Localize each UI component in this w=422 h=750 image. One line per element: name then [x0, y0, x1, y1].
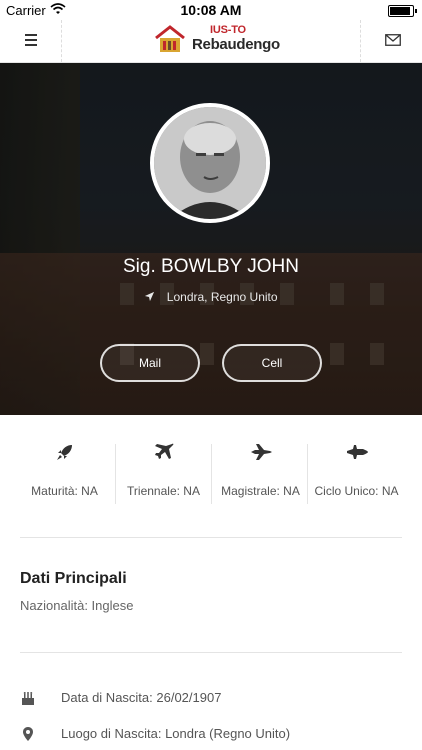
divider	[20, 537, 402, 538]
hamburger-icon	[25, 34, 37, 36]
birth-date-text: Data di Nascita: 26/02/1907	[61, 690, 222, 705]
birth-place-text: Luogo di Nascita: Londra (Regno Unito)	[61, 726, 291, 741]
fighter-jet-icon	[250, 444, 272, 460]
map-pin-icon	[23, 727, 33, 741]
stat-ciclo-unico: Ciclo Unico: NA	[308, 440, 405, 504]
nationality-text: Nazionalità: Inglese	[20, 598, 134, 613]
profile-name: Sig. BOWLBY JOHN	[123, 256, 299, 277]
house-logo-icon	[155, 25, 185, 52]
mail-nav-button[interactable]	[360, 20, 422, 62]
space-shuttle-icon	[346, 445, 368, 459]
airplane-icon	[154, 443, 173, 459]
envelope-icon	[385, 34, 401, 46]
stat-label: Ciclo Unico: NA	[314, 484, 399, 498]
divider	[20, 652, 402, 653]
hamburger-icon-bar	[25, 39, 37, 41]
profile-location: Londra, Regno Unito	[0, 290, 422, 304]
hamburger-icon-bar	[25, 44, 37, 46]
mail-button[interactable]: Mail	[100, 344, 200, 382]
location-text: Londra, Regno Unito	[166, 290, 278, 304]
stat-triennale: Triennale: NA	[115, 440, 212, 504]
stat-label: Maturità: NA	[31, 484, 98, 498]
stat-label: Magistrale: NA	[221, 484, 300, 498]
profile-hero: Sig. BOWLBY JOHN Londra, Regno Unito Mai…	[0, 63, 422, 415]
stat-label: Triennale: NA	[127, 484, 200, 498]
stat-magistrale: Magistrale: NA	[212, 440, 309, 504]
logo-name-text: Rebaudengo	[192, 36, 280, 53]
section-title: Dati Principali	[20, 570, 127, 587]
rocket-icon	[56, 445, 72, 460]
app-logo: IUS-TO Rebaudengo	[152, 10, 280, 54]
logo-ius-text: IUS-TO	[210, 24, 246, 36]
menu-button[interactable]	[0, 20, 62, 62]
avatar-photo	[154, 107, 266, 219]
avatar	[150, 103, 270, 223]
stat-maturita: Maturità: NA	[16, 440, 113, 504]
location-arrow-icon	[145, 291, 155, 302]
cell-button[interactable]: Cell	[222, 344, 322, 382]
education-stats: Maturità: NA Triennale: NA Magistrale: N…	[16, 440, 406, 510]
nav-bar: IUS-TO Rebaudengo	[0, 20, 422, 63]
battery-icon	[388, 5, 417, 17]
cake-icon	[22, 692, 34, 705]
